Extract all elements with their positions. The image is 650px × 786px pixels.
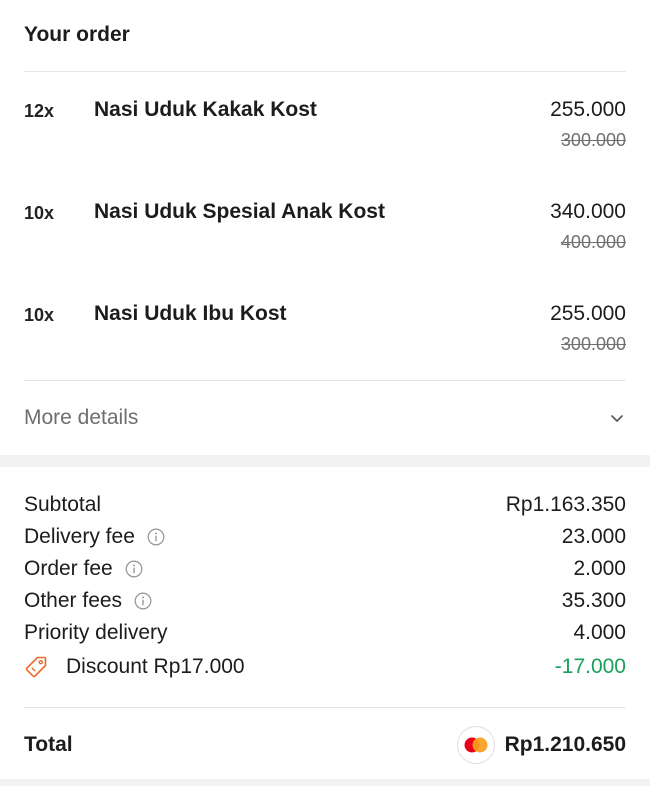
priority-delivery-value: 4.000: [573, 621, 626, 644]
item-name: Nasi Uduk Kakak Kost: [94, 98, 317, 121]
item-name: Nasi Uduk Spesial Anak Kost: [94, 200, 385, 223]
item-qty: 10x: [24, 203, 55, 223]
delivery-fee-row: Delivery fee 23.000: [24, 521, 626, 553]
item-price: 340.000: [550, 200, 626, 223]
payment-summary: Subtotal Rp1.163.350 Delivery fee 23.000…: [0, 467, 650, 779]
priority-delivery-label: Priority delivery: [24, 621, 168, 644]
order-fee-row: Order fee 2.000: [24, 553, 626, 585]
order-item[interactable]: 10x Nasi Uduk Spesial Anak Kost 340.000 …: [24, 174, 626, 276]
info-icon[interactable]: [147, 528, 165, 546]
tag-icon: [25, 656, 47, 678]
subtotal-label: Subtotal: [24, 493, 102, 516]
item-original-price: 400.000: [560, 232, 626, 252]
item-original-price: 300.000: [560, 130, 626, 150]
item-qty: 12x: [24, 101, 55, 121]
delivery-fee-label: Delivery fee: [24, 525, 135, 548]
order-items: 12x Nasi Uduk Kakak Kost 255.000 300.000…: [24, 72, 626, 381]
other-fees-label: Other fees: [24, 589, 123, 612]
item-qty: 10x: [24, 305, 55, 325]
item-original-price: 300.000: [560, 334, 626, 354]
mastercard-logo: [464, 737, 488, 753]
delivery-fee-value: 23.000: [561, 525, 626, 548]
info-icon[interactable]: [134, 592, 152, 610]
total-label: Total: [24, 733, 73, 756]
order-item[interactable]: 12x Nasi Uduk Kakak Kost 255.000 300.000: [24, 72, 626, 174]
order-fee-label: Order fee: [24, 557, 113, 580]
other-fees-row: Other fees 35.300: [24, 585, 626, 617]
section-gap: [0, 455, 650, 467]
order-fee-value: 2.000: [573, 557, 626, 580]
other-fees-value: 35.300: [561, 589, 626, 612]
more-details-label: More details: [24, 406, 139, 429]
item-name: Nasi Uduk Ibu Kost: [94, 302, 287, 325]
chevron-down-icon: [611, 415, 623, 422]
order-card: Your order 12x Nasi Uduk Kakak Kost 255.…: [0, 0, 650, 455]
subtotal-row: Subtotal Rp1.163.350: [24, 489, 626, 521]
discount-value: -17.000: [554, 655, 626, 678]
total-row: Total Rp1.210.650: [24, 708, 626, 782]
priority-delivery-row: Priority delivery 4.000: [24, 617, 626, 649]
item-price: 255.000: [550, 98, 626, 121]
info-icon[interactable]: [125, 560, 143, 578]
more-details-toggle[interactable]: More details: [24, 381, 626, 455]
order-item[interactable]: 10x Nasi Uduk Ibu Kost 255.000 300.000: [24, 276, 626, 378]
order-title: Your order: [24, 0, 626, 72]
discount-label: Discount Rp17.000: [66, 655, 245, 678]
mastercard-icon[interactable]: [456, 726, 495, 764]
total-value: Rp1.210.650: [504, 733, 626, 756]
subtotal-value: Rp1.163.350: [505, 493, 626, 516]
item-price: 255.000: [550, 302, 626, 325]
discount-row: Discount Rp17.000 -17.000: [24, 649, 626, 685]
